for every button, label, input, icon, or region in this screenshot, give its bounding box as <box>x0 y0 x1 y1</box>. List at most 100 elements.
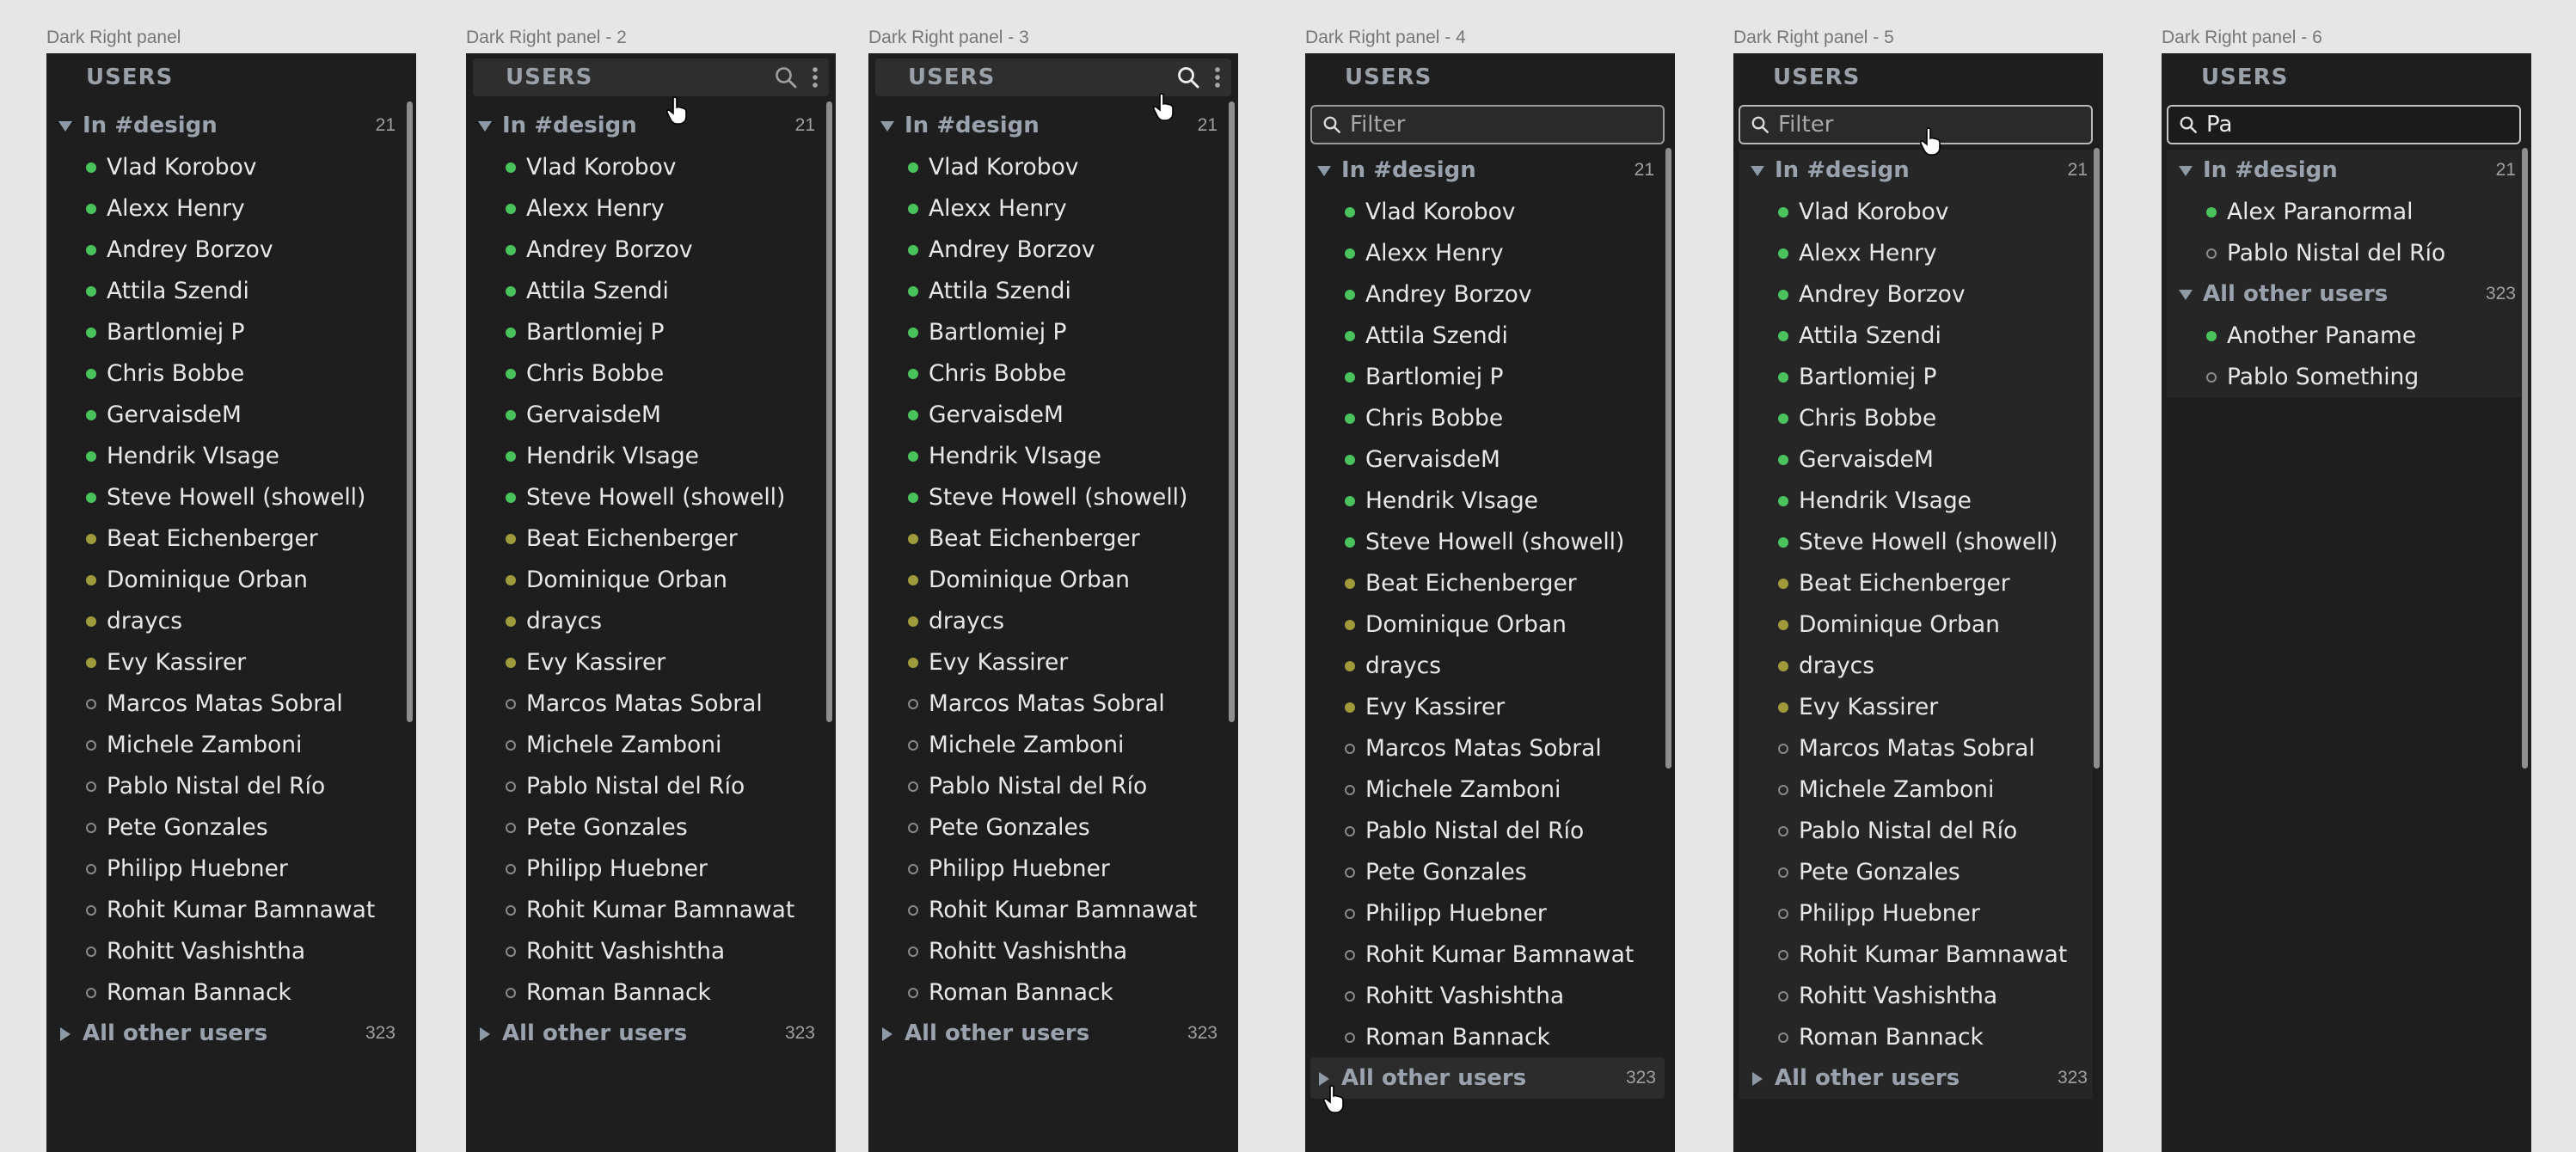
user-row[interactable]: Roman Bannack <box>1739 1016 2093 1057</box>
group-header-design[interactable]: In #design 21 <box>1305 150 1675 191</box>
group-header-design[interactable]: In #design 21 <box>868 105 1238 146</box>
user-row[interactable]: Philipp Huebner <box>46 848 416 889</box>
user-row[interactable]: Rohit Kumar Bamnawat <box>46 889 416 930</box>
user-row[interactable]: Michele Zamboni <box>466 724 836 765</box>
user-row[interactable]: Vlad Korobov <box>1739 191 2093 232</box>
user-row[interactable]: Pablo Nistal del Río <box>466 765 836 806</box>
scrollbar[interactable] <box>2094 148 2100 769</box>
user-row[interactable]: Evy Kassirer <box>1739 686 2093 727</box>
user-row[interactable]: Another Paname <box>2167 315 2521 356</box>
user-row[interactable]: Pablo Nistal del Río <box>46 765 416 806</box>
user-row[interactable]: Dominique Orban <box>466 559 836 600</box>
user-row[interactable]: GervaisdeM <box>466 394 836 435</box>
panel-header[interactable]: USERS <box>53 58 409 96</box>
user-row[interactable]: Attila Szendi <box>1305 315 1675 356</box>
panel-header[interactable]: USERS <box>2168 58 2524 96</box>
user-row[interactable]: Roman Bannack <box>1305 1016 1675 1057</box>
user-row[interactable]: Pablo Nistal del Río <box>2167 232 2521 273</box>
user-row[interactable]: Attila Szendi <box>46 270 416 311</box>
user-row[interactable]: draycs <box>466 600 836 641</box>
user-row[interactable]: Andrey Borzov <box>466 229 836 270</box>
user-row[interactable]: Rohitt Vashishtha <box>466 930 836 971</box>
user-row[interactable]: Rohit Kumar Bamnawat <box>1305 934 1675 975</box>
user-row[interactable]: Bartlomiej P <box>868 311 1238 352</box>
user-row[interactable]: Hendrik VIsage <box>1739 480 2093 521</box>
user-row[interactable]: Philipp Huebner <box>1305 892 1675 934</box>
user-row[interactable]: Bartlomiej P <box>1305 356 1675 397</box>
user-row[interactable]: Hendrik VIsage <box>868 435 1238 476</box>
user-row[interactable]: GervaisdeM <box>1305 438 1675 480</box>
user-row[interactable]: Chris Bobbe <box>46 352 416 394</box>
user-row[interactable]: Steve Howell (showell) <box>1305 521 1675 562</box>
user-row[interactable]: GervaisdeM <box>46 394 416 435</box>
user-row[interactable]: Evy Kassirer <box>466 641 836 683</box>
user-row[interactable]: Marcos Matas Sobral <box>46 683 416 724</box>
user-row[interactable]: Dominique Orban <box>46 559 416 600</box>
group-header-other[interactable]: All other users 323 <box>46 1013 416 1054</box>
user-row[interactable]: Dominique Orban <box>1739 604 2093 645</box>
group-header-design[interactable]: In #design 21 <box>46 105 416 146</box>
panel-header[interactable]: USERS <box>1740 58 2096 96</box>
group-header-other[interactable]: All other users 323 <box>2167 273 2521 315</box>
user-row[interactable]: Pete Gonzales <box>466 806 836 848</box>
user-row[interactable]: Michele Zamboni <box>868 724 1238 765</box>
user-row[interactable]: Bartlomiej P <box>1739 356 2093 397</box>
user-row[interactable]: Bartlomiej P <box>46 311 416 352</box>
user-row[interactable]: Alexx Henry <box>1739 232 2093 273</box>
user-row[interactable]: Alex Paranormal <box>2167 191 2521 232</box>
more-vertical-icon[interactable] <box>810 65 820 89</box>
user-row[interactable]: Beat Eichenberger <box>1739 562 2093 604</box>
user-row[interactable]: Beat Eichenberger <box>868 518 1238 559</box>
user-row[interactable]: Rohit Kumar Bamnawat <box>1739 934 2093 975</box>
user-row[interactable]: Evy Kassirer <box>868 641 1238 683</box>
user-row[interactable]: Marcos Matas Sobral <box>1739 727 2093 769</box>
user-row[interactable]: Philipp Huebner <box>868 848 1238 889</box>
user-row[interactable]: Philipp Huebner <box>466 848 836 889</box>
filter-input-box[interactable] <box>2167 105 2521 144</box>
more-vertical-icon[interactable] <box>1212 65 1223 89</box>
user-row[interactable]: GervaisdeM <box>868 394 1238 435</box>
user-row[interactable]: Hendrik VIsage <box>1305 480 1675 521</box>
user-row[interactable]: draycs <box>868 600 1238 641</box>
user-row[interactable]: Steve Howell (showell) <box>1739 521 2093 562</box>
user-row[interactable]: Attila Szendi <box>868 270 1238 311</box>
user-row[interactable]: Chris Bobbe <box>1305 397 1675 438</box>
user-row[interactable]: Evy Kassirer <box>1305 686 1675 727</box>
user-row[interactable]: Steve Howell (showell) <box>466 476 836 518</box>
group-header-other[interactable]: All other users 323 <box>1739 1057 2093 1099</box>
filter-input-box[interactable] <box>1739 105 2093 144</box>
user-row[interactable]: Andrey Borzov <box>1739 273 2093 315</box>
user-row[interactable]: Rohitt Vashishtha <box>868 930 1238 971</box>
user-row[interactable]: Michele Zamboni <box>1739 769 2093 810</box>
user-row[interactable]: Dominique Orban <box>1305 604 1675 645</box>
group-header-design[interactable]: In #design 21 <box>466 105 836 146</box>
user-row[interactable]: Attila Szendi <box>466 270 836 311</box>
user-row[interactable]: Michele Zamboni <box>46 724 416 765</box>
user-row[interactable]: Rohit Kumar Bamnawat <box>466 889 836 930</box>
panel-header[interactable]: USERS <box>1312 58 1668 96</box>
user-row[interactable]: Andrey Borzov <box>1305 273 1675 315</box>
user-row[interactable]: Bartlomiej P <box>466 311 836 352</box>
search-icon[interactable] <box>1176 65 1200 89</box>
user-row[interactable]: Hendrik VIsage <box>46 435 416 476</box>
group-header-other[interactable]: All other users 323 <box>1310 1057 1665 1099</box>
user-row[interactable]: Michele Zamboni <box>1305 769 1675 810</box>
user-row[interactable]: GervaisdeM <box>1739 438 2093 480</box>
user-row[interactable]: draycs <box>1305 645 1675 686</box>
group-header-other[interactable]: All other users 323 <box>868 1013 1238 1054</box>
user-row[interactable]: Pablo Nistal del Río <box>1305 810 1675 851</box>
user-row[interactable]: draycs <box>46 600 416 641</box>
user-row[interactable]: Hendrik VIsage <box>466 435 836 476</box>
user-row[interactable]: Alexx Henry <box>868 187 1238 229</box>
group-header-other[interactable]: All other users 323 <box>466 1013 836 1054</box>
user-row[interactable]: Pete Gonzales <box>1739 851 2093 892</box>
user-row[interactable]: Vlad Korobov <box>868 146 1238 187</box>
filter-input[interactable] <box>2206 112 2519 138</box>
panel-header[interactable]: USERS <box>875 58 1231 96</box>
user-row[interactable]: Beat Eichenberger <box>466 518 836 559</box>
user-row[interactable]: Roman Bannack <box>868 971 1238 1013</box>
user-row[interactable]: Attila Szendi <box>1739 315 2093 356</box>
user-row[interactable]: Steve Howell (showell) <box>868 476 1238 518</box>
user-row[interactable]: Marcos Matas Sobral <box>466 683 836 724</box>
user-row[interactable]: Chris Bobbe <box>868 352 1238 394</box>
